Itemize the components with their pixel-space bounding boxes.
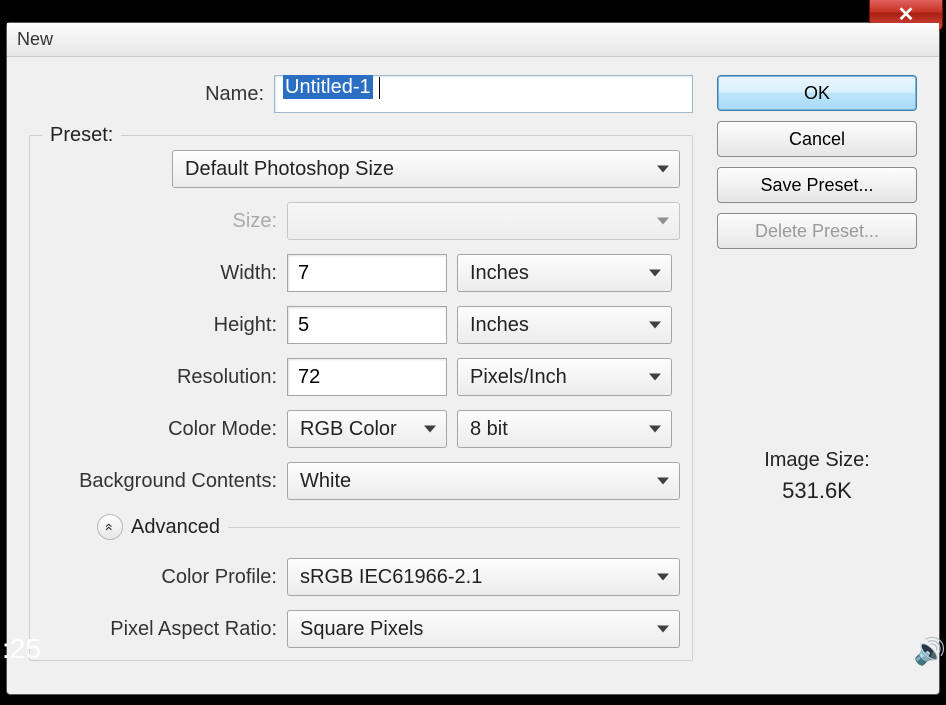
chevron-down-icon: [657, 166, 669, 173]
chevron-down-icon: [649, 374, 661, 381]
preset-dropdown[interactable]: Default Photoshop Size: [172, 150, 680, 188]
preset-group: Preset: Default Photoshop Size Size:: [29, 135, 693, 661]
pixel-aspect-label: Pixel Aspect Ratio:: [42, 618, 277, 641]
delete-preset-button: Delete Preset...: [717, 213, 917, 249]
name-label: Name:: [29, 83, 264, 106]
new-document-dialog: ✕ New Name: Untitled-1 Preset:: [6, 22, 940, 695]
resolution-unit-dropdown[interactable]: Pixels/Inch: [457, 358, 672, 396]
chevron-down-icon: [649, 426, 661, 433]
size-label: Size:: [42, 210, 277, 233]
chevron-up-icon: «: [102, 523, 118, 531]
width-label: Width:: [42, 262, 277, 285]
volume-icon[interactable]: 🔊: [914, 636, 946, 667]
background-label: Background Contents:: [42, 470, 277, 493]
color-depth-dropdown[interactable]: 8 bit: [457, 410, 672, 448]
image-size-readout: Image Size: 531.6K: [717, 449, 917, 504]
name-input[interactable]: Untitled-1: [274, 75, 693, 113]
resolution-input[interactable]: [287, 358, 447, 396]
text-cursor-icon: [379, 77, 380, 99]
width-unit-dropdown[interactable]: Inches: [457, 254, 672, 292]
save-preset-button[interactable]: Save Preset...: [717, 167, 917, 203]
chevron-down-icon: [424, 426, 436, 433]
height-label: Height:: [42, 314, 277, 337]
preset-label: Preset:: [50, 124, 113, 147]
chevron-down-icon: [649, 270, 661, 277]
advanced-label: Advanced: [131, 516, 220, 539]
color-profile-dropdown[interactable]: sRGB IEC61966-2.1: [287, 558, 680, 596]
titlebar[interactable]: New: [7, 23, 939, 57]
resolution-label: Resolution:: [42, 366, 277, 389]
dialog-body: Name: Untitled-1 Preset: Default Photosh…: [7, 57, 939, 694]
color-mode-dropdown[interactable]: RGB Color: [287, 410, 447, 448]
video-time: :25: [2, 633, 41, 665]
color-mode-label: Color Mode:: [42, 418, 277, 441]
advanced-toggle[interactable]: «: [97, 514, 123, 540]
window-title: New: [17, 29, 53, 50]
chevron-down-icon: [657, 626, 669, 633]
size-dropdown: [287, 202, 680, 240]
background-dropdown[interactable]: White: [287, 462, 680, 500]
width-input[interactable]: [287, 254, 447, 292]
chevron-down-icon: [657, 478, 669, 485]
pixel-aspect-dropdown[interactable]: Square Pixels: [287, 610, 680, 648]
chevron-down-icon: [657, 218, 669, 225]
cancel-button[interactable]: Cancel: [717, 121, 917, 157]
chevron-down-icon: [657, 574, 669, 581]
ok-button[interactable]: OK: [717, 75, 917, 111]
chevron-down-icon: [649, 322, 661, 329]
height-unit-dropdown[interactable]: Inches: [457, 306, 672, 344]
height-input[interactable]: [287, 306, 447, 344]
color-profile-label: Color Profile:: [42, 566, 277, 589]
